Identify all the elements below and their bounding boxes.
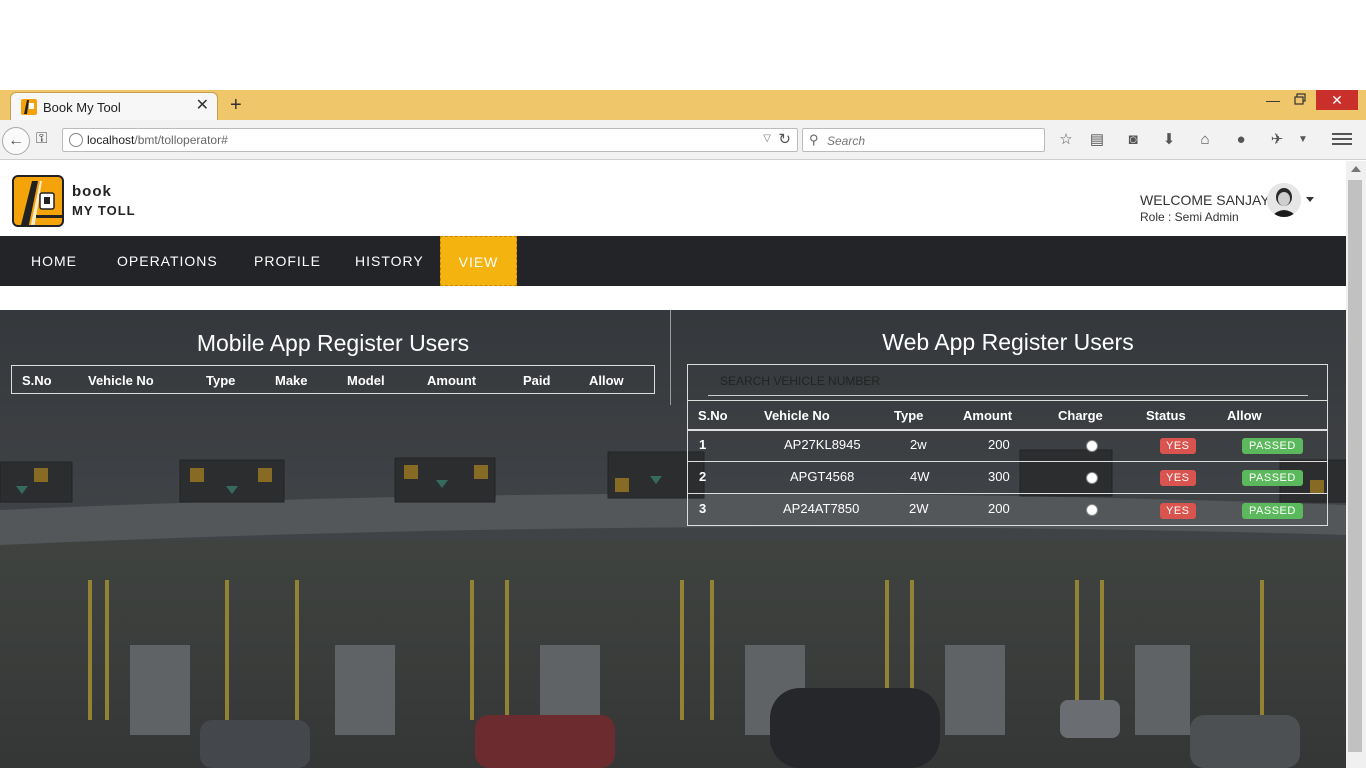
cell-type: 2w <box>910 437 927 452</box>
nav-profile[interactable]: PROFILE <box>254 236 321 286</box>
main-nav: HOME OPERATIONS PROFILE HISTORY VIEW <box>0 236 1346 286</box>
cell-amount: 300 <box>988 469 1010 484</box>
new-tab-icon[interactable]: + <box>230 94 242 116</box>
window-restore-icon[interactable] <box>1292 92 1310 108</box>
web-col-sno: S.No <box>698 408 728 423</box>
mobile-col-sno: S.No <box>22 373 52 388</box>
mobile-col-paid: Paid <box>523 373 551 388</box>
cell-sno: 2 <box>699 469 707 484</box>
table-divider <box>688 400 1327 401</box>
welcome-text: WELCOME SANJAY <box>1140 192 1270 208</box>
pocket-icon[interactable]: ◙ <box>1123 130 1143 150</box>
browser-tab[interactable]: Book My Tool ✕ <box>10 92 218 120</box>
reading-list-icon[interactable]: ▤ <box>1087 130 1107 150</box>
logo-text-book: book <box>72 183 112 200</box>
download-icon[interactable]: ⬇ <box>1159 130 1179 150</box>
window-close-icon[interactable]: ✕ <box>1316 90 1358 110</box>
table-divider <box>688 461 1327 462</box>
role-text: Role : Semi Admin <box>1140 210 1239 224</box>
url-bar[interactable]: localhost/bmt/tolloperator# ▽ ↻ <box>62 128 798 152</box>
web-col-allow: Allow <box>1227 408 1262 423</box>
globe-icon <box>69 133 83 147</box>
nav-home[interactable]: HOME <box>31 236 77 286</box>
home-icon[interactable]: ⌂ <box>1195 130 1215 150</box>
charge-radio[interactable] <box>1086 440 1098 452</box>
key-icon[interactable]: ⚿ <box>36 130 47 147</box>
extension-dropdown-icon[interactable]: ▼ <box>1293 130 1313 150</box>
mobile-col-make: Make <box>275 373 308 388</box>
charge-radio[interactable] <box>1086 504 1098 516</box>
allow-passed-button[interactable]: PASSED <box>1242 470 1303 486</box>
page-header: book MY TOLL WELCOME SANJAY Role : Semi … <box>0 161 1346 236</box>
bookmytoll-favicon-icon <box>21 99 37 115</box>
vehicle-search-input[interactable]: SEARCH VEHICLE NUMBER <box>708 372 1308 396</box>
blank-area <box>0 0 1366 90</box>
allow-passed-button[interactable]: PASSED <box>1242 438 1303 454</box>
web-panel-title: Web App Register Users <box>882 329 1134 355</box>
status-badge: YES <box>1160 470 1196 486</box>
mobile-col-type: Type <box>206 373 236 388</box>
logo-icon[interactable] <box>12 175 64 227</box>
window-minimize-icon[interactable]: — <box>1266 92 1284 108</box>
tab-close-icon[interactable]: ✕ <box>196 97 209 115</box>
bookmark-star-icon[interactable]: ☆ <box>1056 130 1076 150</box>
user-dropdown-caret-icon[interactable] <box>1306 197 1314 202</box>
web-col-status: Status <box>1146 408 1186 423</box>
search-placeholder: Search <box>827 134 866 148</box>
url-dropdown-icon[interactable]: ▽ <box>763 133 771 144</box>
content-gap <box>0 286 1346 310</box>
charge-radio[interactable] <box>1086 472 1098 484</box>
cell-amount: 200 <box>988 501 1010 516</box>
cell-type: 4W <box>910 469 930 484</box>
mobile-col-vehicle: Vehicle No <box>88 373 154 388</box>
scroll-up-arrow-icon[interactable] <box>1351 166 1361 172</box>
browser-tabbar: Book My Tool ✕ + <box>0 90 1366 120</box>
cell-sno: 3 <box>699 501 707 516</box>
scrollbar-thumb[interactable] <box>1348 180 1362 752</box>
mobile-col-allow: Allow <box>589 373 624 388</box>
cell-amount: 200 <box>988 437 1010 452</box>
hamburger-menu-icon[interactable] <box>1332 130 1352 150</box>
cell-vehicle: AP27KL8945 <box>784 437 861 452</box>
table-divider <box>688 429 1327 431</box>
browser-search-input[interactable]: ⚲ Search <box>802 128 1045 152</box>
browser-navbar: ← ⚿ localhost/bmt/tolloperator# ▽ ↻ ⚲ Se… <box>0 120 1366 160</box>
web-users-table: SEARCH VEHICLE NUMBER S.No Vehicle No Ty… <box>687 364 1328 526</box>
cell-vehicle: AP24AT7850 <box>783 501 860 516</box>
tab-title: Book My Tool <box>43 100 121 115</box>
nav-history[interactable]: HISTORY <box>355 236 424 286</box>
search-icon: ⚲ <box>809 132 819 147</box>
web-col-type: Type <box>894 408 924 423</box>
cell-sno: 1 <box>699 437 707 452</box>
mobile-col-amount: Amount <box>427 373 477 388</box>
nav-view[interactable]: VIEW <box>440 236 517 286</box>
web-col-vehicle: Vehicle No <box>764 408 830 423</box>
url-text[interactable]: localhost/bmt/tolloperator# <box>87 133 228 147</box>
web-col-amount: Amount <box>963 408 1013 423</box>
avatar[interactable] <box>1267 183 1301 217</box>
mobile-panel-title: Mobile App Register Users <box>196 330 470 356</box>
web-col-charge: Charge <box>1058 408 1103 423</box>
table-divider <box>688 493 1327 494</box>
status-badge: YES <box>1160 438 1196 454</box>
extension-icon[interactable]: ✈ <box>1267 130 1287 150</box>
allow-passed-button[interactable]: PASSED <box>1242 503 1303 519</box>
panel-divider <box>670 310 671 405</box>
cell-type: 2W <box>909 501 929 516</box>
nav-operations[interactable]: OPERATIONS <box>117 236 218 286</box>
chat-icon[interactable]: ● <box>1231 130 1251 150</box>
mobile-col-model: Model <box>347 373 385 388</box>
mobile-users-table: S.No Vehicle No Type Make Model Amount P… <box>11 365 655 394</box>
status-badge: YES <box>1160 503 1196 519</box>
cell-vehicle: APGT4568 <box>790 469 855 484</box>
reload-icon[interactable]: ↻ <box>778 130 791 148</box>
logo-text-mytoll: MY TOLL <box>72 203 136 218</box>
back-arrow-icon[interactable]: ← <box>2 127 30 155</box>
vehicle-search-placeholder: SEARCH VEHICLE NUMBER <box>720 374 881 388</box>
